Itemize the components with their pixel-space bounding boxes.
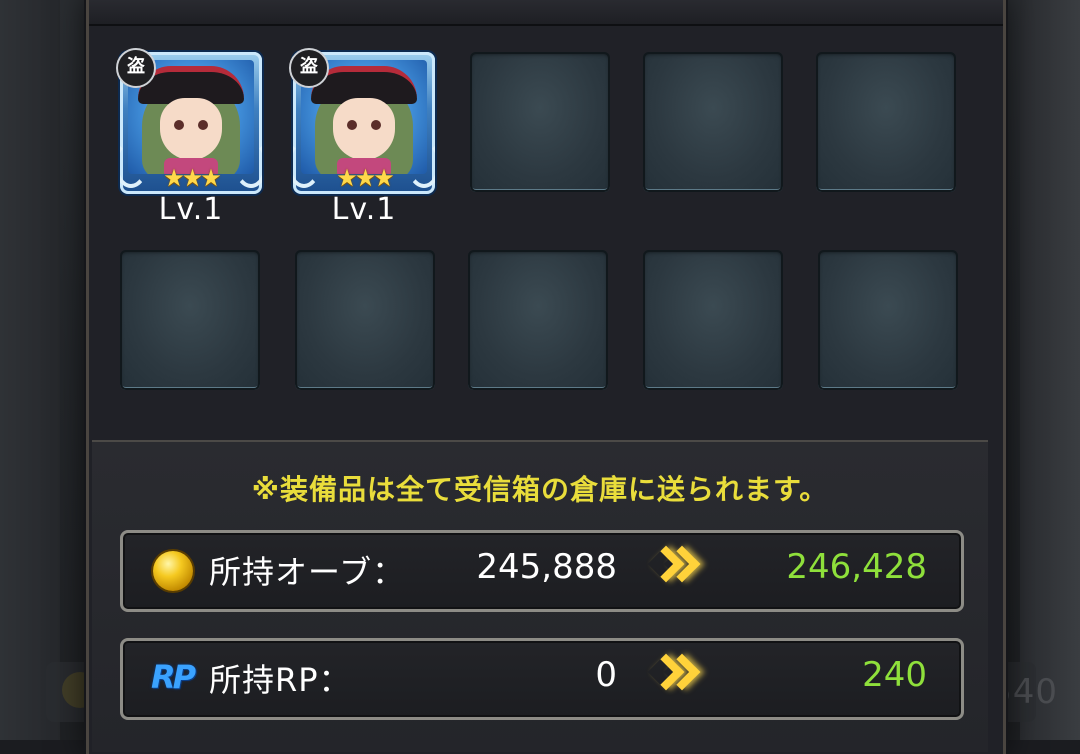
unit-card-1[interactable]: ★★★ 盗	[116, 48, 262, 194]
unit-level: Lv.1	[158, 192, 224, 227]
rp-stat-box: RP 所持RP： 0 240	[120, 638, 964, 720]
background-right-strip	[1020, 0, 1080, 740]
notice-text: ※装備品は全て受信箱の倉庫に送られます。	[251, 473, 829, 506]
unit-card-2[interactable]: ★★★ 盗	[289, 48, 435, 194]
double-chevron-icon	[647, 539, 703, 599]
empty-slot	[120, 250, 260, 390]
dialog-top-strip	[89, 0, 1003, 26]
job-badge: 盗	[116, 48, 156, 88]
empty-slot	[818, 250, 958, 390]
unit-level: Lv.1	[331, 192, 397, 227]
empty-slot	[816, 52, 956, 192]
info-panel: ※装備品は全て受信箱の倉庫に送られます。 所持オーブ： 245,888 246,…	[92, 440, 988, 752]
rarity-stars: ★★★	[163, 164, 222, 192]
empty-slot	[470, 52, 610, 192]
empty-slot	[468, 250, 608, 390]
background-left-strip	[0, 0, 60, 740]
rp-icon: RP	[151, 658, 196, 696]
rp-after-value: 240	[862, 655, 927, 695]
empty-slot	[643, 250, 783, 390]
rp-before-value: 0	[595, 655, 617, 695]
rp-label: 所持RP：	[209, 661, 352, 699]
orb-label: 所持オーブ：	[209, 553, 406, 591]
empty-slot	[643, 52, 783, 192]
orb-stat-box: 所持オーブ： 245,888 246,428	[120, 530, 964, 612]
rarity-stars: ★★★	[336, 164, 395, 192]
orb-before-value: 245,888	[476, 547, 617, 587]
job-badge: 盗	[289, 48, 329, 88]
empty-slot	[295, 250, 435, 390]
gold-orb-icon	[153, 551, 193, 591]
orb-after-value: 246,428	[786, 547, 927, 587]
double-chevron-icon	[647, 647, 703, 707]
